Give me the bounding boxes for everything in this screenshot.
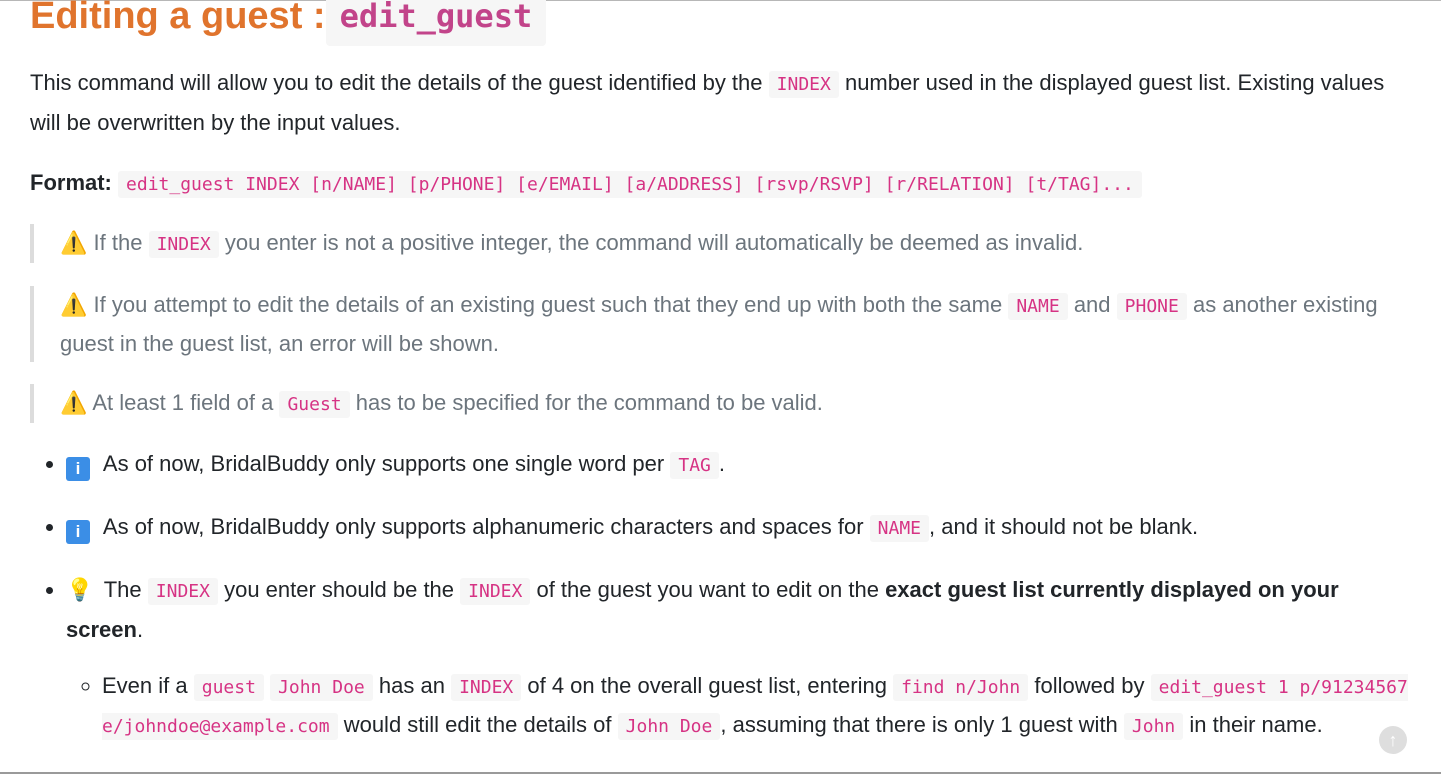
- doc-content: Editing a guest : edit_guest This comman…: [30, 0, 1410, 745]
- list-item: 💡 The INDEX you enter should be the INDE…: [66, 571, 1410, 745]
- notes-list: i As of now, BridalBuddy only supports o…: [30, 445, 1410, 745]
- list-item: i As of now, BridalBuddy only supports a…: [66, 508, 1410, 548]
- inline-code: INDEX: [147, 578, 218, 605]
- warning-icon: ⚠️: [60, 390, 88, 415]
- inline-code: INDEX: [148, 231, 219, 258]
- list-item: i As of now, BridalBuddy only supports o…: [66, 445, 1410, 485]
- sub-list: Even if a guest John Doe has an INDEX of…: [66, 667, 1410, 745]
- inline-code: INDEX: [460, 578, 531, 605]
- inline-code: NAME: [1008, 293, 1068, 320]
- warning-blockquote: ⚠️ At least 1 field of a Guest has to be…: [30, 384, 1410, 423]
- inline-code: find n/John: [893, 674, 1029, 701]
- arrow-up-icon: ↑: [1388, 730, 1398, 750]
- intro-paragraph: This command will allow you to edit the …: [30, 70, 1385, 135]
- info-icon: i: [66, 520, 90, 544]
- inline-code: John Doe: [617, 713, 721, 740]
- inline-code: John Doe: [270, 674, 373, 701]
- warning-blockquote: ⚠️ If the INDEX you enter is not a posit…: [30, 224, 1410, 263]
- format-code: edit_guest INDEX [n/NAME] [p/PHONE] [e/E…: [118, 171, 1142, 198]
- scroll-to-top-button[interactable]: ↑: [1379, 726, 1407, 754]
- section-heading: Editing a guest : edit_guest: [30, 0, 1410, 46]
- inline-code: TAG: [670, 452, 719, 479]
- heading-text: Editing a guest :: [30, 0, 326, 37]
- inline-code: INDEX: [768, 71, 839, 98]
- format-paragraph: Format: edit_guest INDEX [n/NAME] [p/PHO…: [30, 164, 1410, 204]
- inline-code: Guest: [279, 391, 350, 418]
- inline-code: PHONE: [1116, 293, 1187, 320]
- warning-blockquote: ⚠️ If you attempt to edit the details of…: [30, 286, 1410, 362]
- inline-code: INDEX: [451, 674, 522, 701]
- warning-icon: ⚠️: [60, 292, 88, 317]
- format-label: Format:: [30, 170, 112, 195]
- inline-code: John: [1123, 713, 1184, 740]
- inline-code: NAME: [869, 515, 930, 542]
- lightbulb-icon: 💡: [66, 577, 94, 602]
- heading-code: edit_guest: [325, 0, 547, 46]
- sub-list-item: Even if a guest John Doe has an INDEX of…: [102, 667, 1410, 745]
- inline-code: guest: [193, 674, 264, 701]
- info-icon: i: [66, 457, 90, 481]
- warning-icon: ⚠️: [60, 230, 88, 255]
